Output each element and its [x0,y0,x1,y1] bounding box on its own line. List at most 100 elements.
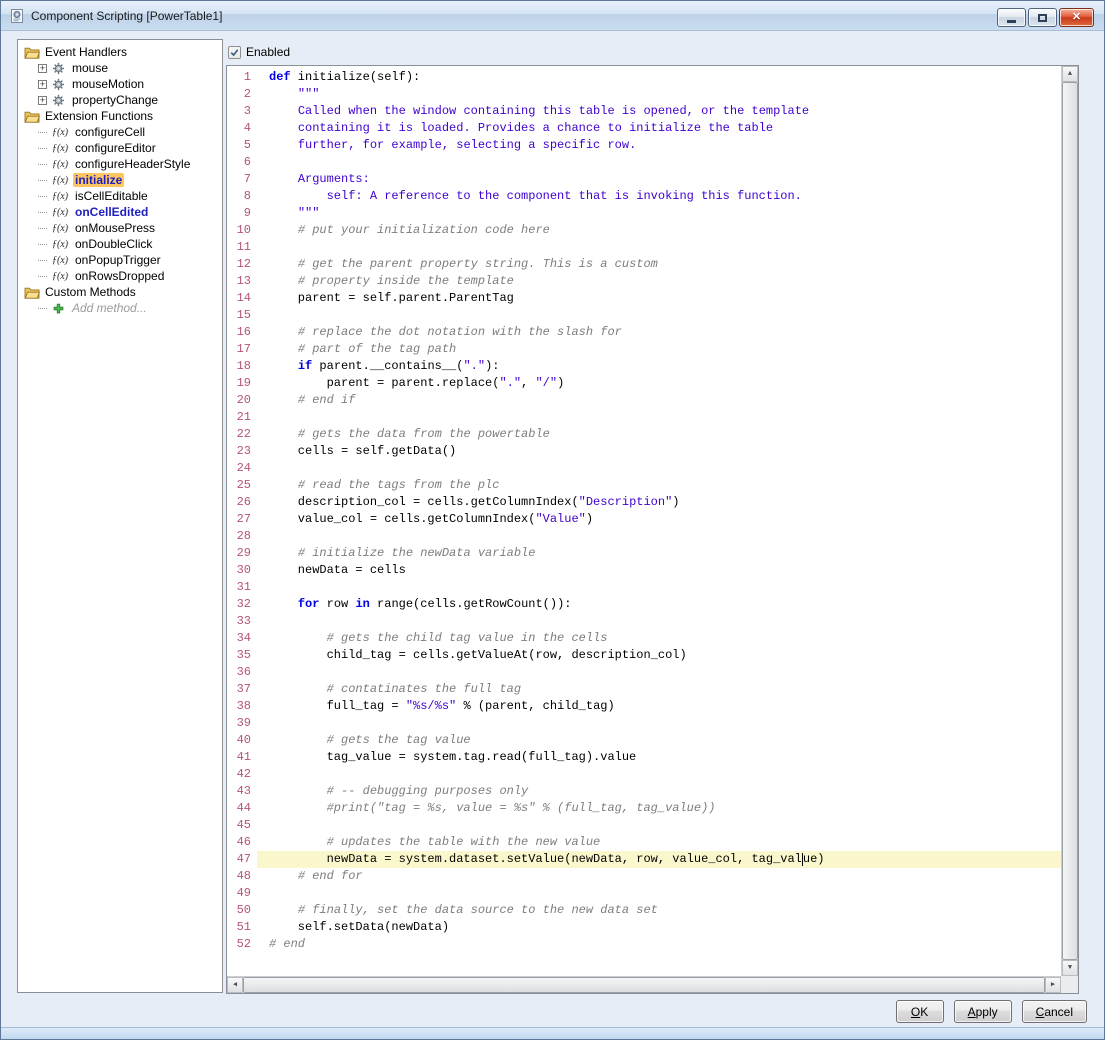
code-line-36[interactable] [257,664,1061,681]
function-tree[interactable]: Event Handlers + mouse + mouseMotion + propert… [17,39,223,993]
code-line-49[interactable] [257,885,1061,902]
apply-button[interactable]: Apply [953,1000,1012,1023]
code-line-5[interactable]: further, for example, selecting a specif… [257,137,1061,154]
code-line-25[interactable]: # read the tags from the plc [257,477,1061,494]
code-line-52[interactable]: # end [257,936,1061,953]
tree-item-configurecell[interactable]: ƒ(x) configureCell [18,124,222,140]
scroll-up-icon[interactable]: ▲ [1062,66,1078,82]
code-line-35[interactable]: child_tag = cells.getValueAt(row, descri… [257,647,1061,664]
code-line-29[interactable]: # initialize the newData variable [257,545,1061,562]
scroll-left-icon[interactable]: ◀ [227,977,243,993]
tree-item-extension-functions[interactable]: Extension Functions [18,108,222,124]
tree-item-initialize[interactable]: ƒ(x) initialize [18,172,222,188]
titlebar[interactable]: Component Scripting [PowerTable1] ✕ [1,1,1104,31]
code-line-9[interactable]: """ [257,205,1061,222]
code-line-4[interactable]: containing it is loaded. Provides a chan… [257,120,1061,137]
code-line-27[interactable]: value_col = cells.getColumnIndex("Value"… [257,511,1061,528]
tree-item-mouse[interactable]: + mouse [18,60,222,76]
code-line-24[interactable] [257,460,1061,477]
tree-item-configureeditor[interactable]: ƒ(x) configureEditor [18,140,222,156]
line-number: 13 [236,274,251,288]
horizontal-scrollbar[interactable]: ◀ ▶ [227,976,1061,993]
code-line-38[interactable]: full_tag = "%s/%s" % (parent, child_tag) [257,698,1061,715]
code-line-1[interactable]: def initialize(self): [257,69,1061,86]
line-number: 12 [236,257,251,271]
enabled-checkbox[interactable] [228,45,241,59]
code-line-18[interactable]: if parent.__contains__("."): [257,358,1061,375]
code-line-40[interactable]: # gets the tag value [257,732,1061,749]
code-line-33[interactable] [257,613,1061,630]
code-line-8[interactable]: self: A reference to the component that … [257,188,1061,205]
vertical-scroll-thumb[interactable] [1062,82,1078,960]
code-line-50[interactable]: # finally, set the data source to the ne… [257,902,1061,919]
line-number: 17 [236,342,251,356]
line-number: 29 [236,546,251,560]
line-number: 9 [243,206,251,220]
tree-item-configureheaderstyle[interactable]: ƒ(x) configureHeaderStyle [18,156,222,172]
code-line-22[interactable]: # gets the data from the powertable [257,426,1061,443]
cancel-button[interactable]: Cancel [1021,1000,1087,1023]
tree-item-onmousepress[interactable]: ƒ(x) onMousePress [18,220,222,236]
horizontal-scroll-thumb[interactable] [243,977,1045,993]
code-line-20[interactable]: # end if [257,392,1061,409]
vertical-scrollbar[interactable]: ▲ ▼ [1061,66,1078,976]
code-line-6[interactable] [257,154,1061,171]
code-line-15[interactable] [257,307,1061,324]
code-line-34[interactable]: # gets the child tag value in the cells [257,630,1061,647]
code-line-39[interactable] [257,715,1061,732]
horizontal-scroll-track[interactable] [243,977,1045,993]
code-line-13[interactable]: # property inside the template [257,273,1061,290]
code-line-48[interactable]: # end for [257,868,1061,885]
tree-item-onpopuptrigger[interactable]: ƒ(x) onPopupTrigger [18,252,222,268]
code-line-43[interactable]: # -- debugging purposes only [257,783,1061,800]
ok-button[interactable]: OK [895,1000,944,1023]
code-line-14[interactable]: parent = self.parent.ParentTag [257,290,1061,307]
tree-item-mousemotion[interactable]: + mouseMotion [18,76,222,92]
code-line-32[interactable]: for row in range(cells.getRowCount()): [257,596,1061,613]
code-line-31[interactable] [257,579,1061,596]
code-line-2[interactable]: """ [257,86,1061,103]
close-button[interactable]: ✕ [1059,8,1094,27]
code-line-17[interactable]: # part of the tag path [257,341,1061,358]
code-line-45[interactable] [257,817,1061,834]
code-line-12[interactable]: # get the parent property string. This i… [257,256,1061,273]
tree-item-propertychange[interactable]: + propertyChange [18,92,222,108]
code-line-19[interactable]: parent = parent.replace(".", "/") [257,375,1061,392]
code-line-46[interactable]: # updates the table with the new value [257,834,1061,851]
code-line-21[interactable] [257,409,1061,426]
code-line-51[interactable]: self.setData(newData) [257,919,1061,936]
code-line-47[interactable]: newData = system.dataset.setValue(newDat… [257,851,1061,868]
scroll-right-icon[interactable]: ▶ [1045,977,1061,993]
code-line-30[interactable]: newData = cells [257,562,1061,579]
code-line-42[interactable] [257,766,1061,783]
enabled-label: Enabled [246,45,291,59]
code-area[interactable]: def initialize(self): """ Called when th… [257,66,1061,976]
expand-toggle-icon[interactable]: + [38,79,47,89]
expand-toggle-icon[interactable]: + [38,95,47,105]
scroll-down-icon[interactable]: ▼ [1062,960,1078,976]
code-line-10[interactable]: # put your initialization code here [257,222,1061,239]
code-line-23[interactable]: cells = self.getData() [257,443,1061,460]
tree-item-custom-methods[interactable]: Custom Methods [18,284,222,300]
tree-item-ondoubleclick[interactable]: ƒ(x) onDoubleClick [18,236,222,252]
minimize-button[interactable] [997,8,1026,27]
maximize-button[interactable] [1028,8,1057,27]
tree-item-iscelleditable[interactable]: ƒ(x) isCellEditable [18,188,222,204]
folder-icon [23,110,40,123]
code-line-3[interactable]: Called when the window containing this t… [257,103,1061,120]
code-line-41[interactable]: tag_value = system.tag.read(full_tag).va… [257,749,1061,766]
code-line-16[interactable]: # replace the dot notation with the slas… [257,324,1061,341]
script-editor[interactable]: 1 2 3 4 5 6 7 8 9 10 11 12 13 14 15 16 17 18 19 20 21 22 23 24 2… [226,65,1079,994]
tree-item-oncelledited[interactable]: ƒ(x) onCellEdited [18,204,222,220]
code-line-44[interactable]: #print("tag = %s, value = %s" % (full_ta… [257,800,1061,817]
code-line-28[interactable] [257,528,1061,545]
code-line-37[interactable]: # contatinates the full tag [257,681,1061,698]
tree-item-event-handlers[interactable]: Event Handlers [18,44,222,60]
vertical-scroll-track[interactable] [1062,82,1078,960]
tree-item-add-method[interactable]: Add method... [18,300,222,316]
code-line-26[interactable]: description_col = cells.getColumnIndex("… [257,494,1061,511]
code-line-11[interactable] [257,239,1061,256]
expand-toggle-icon[interactable]: + [38,63,47,73]
code-line-7[interactable]: Arguments: [257,171,1061,188]
tree-item-onrowsdropped[interactable]: ƒ(x) onRowsDropped [18,268,222,284]
